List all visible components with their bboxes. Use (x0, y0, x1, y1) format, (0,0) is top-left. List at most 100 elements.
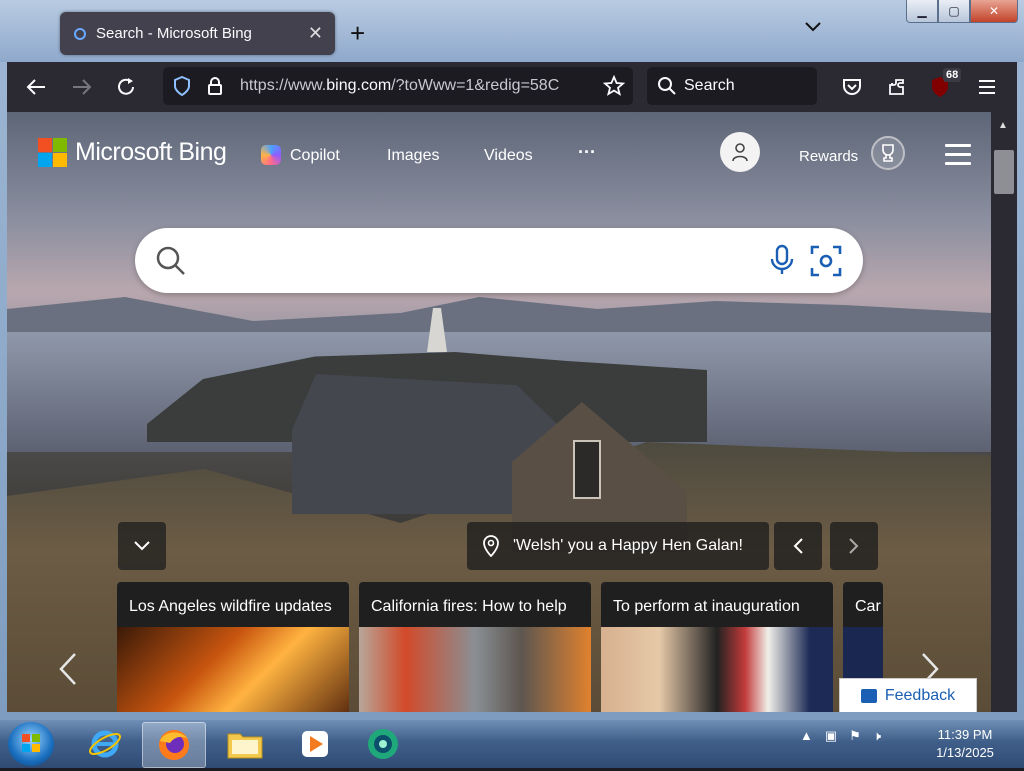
start-button[interactable] (8, 722, 54, 766)
show-hidden-icons-icon[interactable]: ▲ (800, 728, 813, 744)
feedback-button[interactable]: Feedback (839, 678, 977, 712)
news-card[interactable]: Los Angeles wildfire updates (117, 582, 349, 712)
forward-button[interactable] (69, 74, 95, 100)
internet-explorer-icon (88, 730, 122, 758)
scroll-up-icon[interactable]: ▲ (998, 120, 1008, 131)
sign-in-avatar[interactable] (720, 132, 760, 172)
hamburger-icon[interactable] (945, 144, 971, 171)
window-controls: ▁ ▢ ✕ (906, 0, 1018, 23)
network-icon[interactable]: ▣ (825, 728, 837, 744)
chevron-left-icon (793, 538, 803, 554)
news-card-title: To perform at inauguration (613, 598, 800, 615)
taskbar-firefox[interactable] (142, 722, 206, 768)
extensions-icon (889, 79, 904, 95)
title-bar: Search - Microsoft Bing ✕ + ▁ ▢ ✕ (0, 0, 1024, 62)
reload-icon (118, 78, 134, 95)
back-arrow-icon (26, 79, 45, 95)
bing-homepage: Microsoft Bing Copilot Images Videos ···… (7, 112, 991, 712)
background-window (573, 440, 601, 499)
back-button[interactable] (23, 74, 49, 100)
taskbar-app[interactable] (352, 722, 414, 766)
nav-images[interactable]: Images (387, 147, 439, 165)
news-card-image (117, 627, 349, 712)
list-all-tabs-button[interactable] (804, 20, 826, 42)
nav-more-button[interactable]: ··· (578, 142, 596, 163)
browser-search-box[interactable]: Search (647, 67, 817, 105)
page-scrollbar[interactable]: ▲ (991, 112, 1017, 712)
feed-previous-button[interactable] (59, 652, 77, 695)
rewards-label[interactable]: Rewards (799, 148, 858, 165)
lock-icon[interactable] (207, 76, 223, 96)
shield-icon[interactable] (173, 76, 191, 96)
action-center-flag-icon[interactable]: ⚑ (849, 728, 861, 744)
news-card-title: Los Angeles wildfire updates (129, 598, 332, 615)
rewards-button[interactable] (871, 136, 905, 170)
search-icon (156, 246, 185, 275)
location-pin-icon (483, 535, 499, 557)
system-tray: ▲ ▣ ⚑ 🕨 (800, 728, 881, 744)
clock-time: 11:39 PM (937, 727, 993, 742)
tab-title: Search - Microsoft Bing (96, 25, 252, 42)
search-icon (658, 77, 676, 95)
reload-button[interactable] (113, 74, 139, 100)
volume-muted-icon[interactable]: 🕨 (873, 728, 881, 744)
media-player-icon (302, 731, 328, 757)
chevron-down-icon (805, 22, 821, 32)
user-icon (732, 143, 748, 162)
news-card-title: Car (855, 598, 881, 615)
chat-app-icon (368, 729, 398, 759)
minimize-button[interactable]: ▁ (906, 0, 938, 23)
chevron-down-icon (134, 541, 150, 551)
tab-bing[interactable]: Search - Microsoft Bing ✕ (60, 12, 335, 55)
taskbar-file-explorer[interactable] (214, 722, 276, 766)
extension-badge: 68 (943, 68, 962, 82)
copilot-icon[interactable] (261, 145, 281, 165)
url-bar[interactable]: https://www.bing.com/?toWww=1&redig=58C (163, 67, 633, 105)
navigation-toolbar: https://www.bing.com/?toWww=1&redig=58C … (7, 62, 1017, 112)
news-card-image (359, 627, 591, 712)
windows-logo-icon (22, 734, 40, 752)
collapse-feed-button[interactable] (118, 522, 166, 570)
new-tab-button[interactable]: + (350, 18, 365, 49)
clock-date: 1/13/2025 (936, 745, 994, 760)
pocket-icon (843, 79, 861, 95)
news-card[interactable]: To perform at inauguration (601, 582, 833, 712)
microsoft-logo-icon (38, 138, 67, 167)
background-mountains (7, 297, 991, 337)
extensions-button[interactable] (884, 74, 910, 100)
bing-search-box[interactable] (135, 228, 863, 293)
bing-favicon-icon (74, 27, 86, 40)
microphone-icon[interactable] (769, 244, 795, 276)
nav-videos[interactable]: Videos (484, 147, 533, 165)
news-card-title: California fires: How to help (371, 598, 567, 615)
caption-text: 'Welsh' you a Happy Hen Galan! (513, 537, 743, 554)
previous-image-button[interactable] (774, 522, 822, 570)
bookmark-star-icon[interactable] (603, 75, 625, 97)
feedback-label: Feedback (884, 687, 956, 704)
taskbar-media-player[interactable] (284, 722, 346, 766)
chevron-left-icon (59, 653, 76, 685)
next-image-button[interactable] (830, 522, 878, 570)
firefox-icon (159, 730, 189, 760)
news-card[interactable]: California fires: How to help (359, 582, 591, 712)
news-card-image (601, 627, 833, 712)
chevron-right-icon (849, 538, 859, 554)
taskbar-internet-explorer[interactable] (74, 722, 136, 766)
bing-logo[interactable]: Microsoft Bing (38, 138, 227, 167)
nav-copilot[interactable]: Copilot (290, 147, 340, 165)
brand-title: Microsoft Bing (75, 138, 227, 166)
close-window-button[interactable]: ✕ (970, 0, 1018, 23)
menu-icon (979, 80, 995, 94)
app-menu-button[interactable] (974, 74, 1000, 100)
trophy-icon (882, 144, 894, 162)
url-text[interactable]: https://www.bing.com/?toWww=1&redig=58C (240, 77, 590, 95)
forward-arrow-icon (73, 79, 92, 95)
pocket-button[interactable] (839, 74, 865, 100)
close-tab-icon[interactable]: ✕ (308, 23, 323, 44)
visual-search-icon[interactable] (809, 244, 843, 278)
maximize-button[interactable]: ▢ (938, 0, 970, 23)
browser-window: Search - Microsoft Bing ✕ + ▁ ▢ ✕ https:… (0, 0, 1024, 720)
image-caption[interactable]: 'Welsh' you a Happy Hen Galan! (467, 522, 769, 570)
taskbar-clock[interactable]: 11:39 PM 1/13/2025 (920, 726, 1010, 762)
scrollbar-thumb[interactable] (994, 150, 1014, 194)
